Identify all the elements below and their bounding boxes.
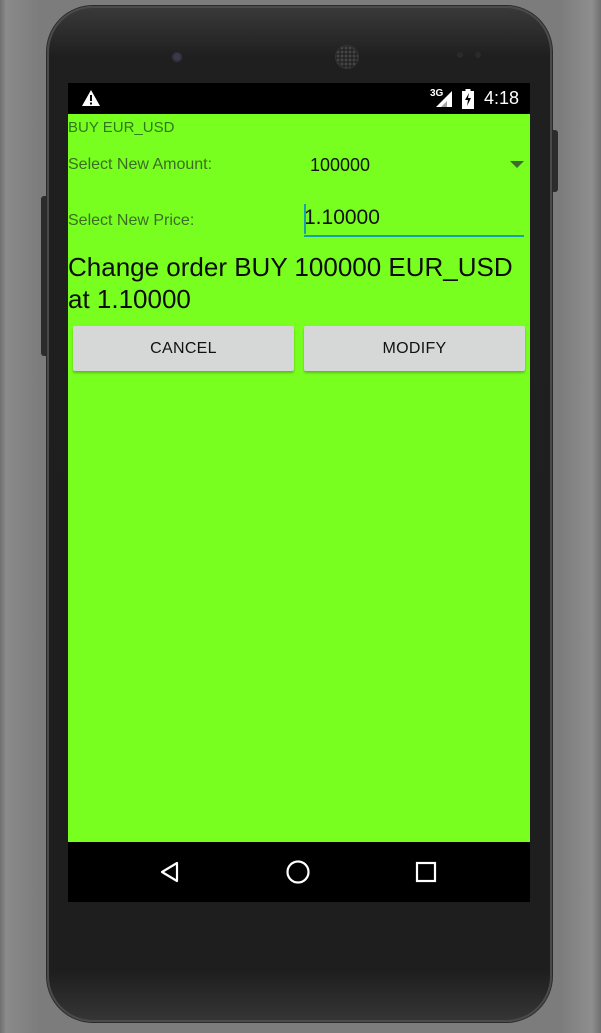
earpiece-speaker — [336, 46, 358, 68]
dropdown-arrow-icon — [510, 161, 524, 168]
front-camera — [171, 51, 183, 63]
signal-icon — [436, 91, 452, 107]
order-summary-text: Change order BUY 100000 EUR_USD at 1.100… — [68, 252, 513, 314]
home-icon[interactable] — [285, 859, 311, 885]
status-bar: 3G 4:18 — [68, 83, 530, 114]
cancel-button[interactable]: CANCEL — [73, 326, 294, 371]
device-screen: 3G 4:18 BUY EUR_USD Select New Amount: 1… — [68, 83, 530, 902]
battery-charging-icon — [462, 89, 474, 109]
proximity-sensor — [457, 52, 463, 58]
price-label: Select New Price: — [68, 212, 195, 229]
amount-spinner[interactable]: 100000 — [304, 147, 526, 183]
light-sensor — [475, 52, 481, 58]
price-input[interactable] — [304, 201, 524, 237]
amount-selected-value: 100000 — [310, 155, 371, 175]
power-button[interactable] — [552, 130, 558, 192]
recent-apps-icon[interactable] — [415, 861, 437, 883]
warning-icon — [82, 90, 100, 106]
page-title: BUY EUR_USD — [68, 119, 175, 136]
modify-button[interactable]: MODIFY — [304, 326, 525, 371]
status-clock: 4:18 — [484, 88, 520, 108]
text-cursor — [304, 204, 306, 234]
amount-label: Select New Amount: — [68, 156, 213, 173]
back-icon[interactable] — [158, 860, 182, 884]
navigation-bar — [68, 842, 530, 902]
